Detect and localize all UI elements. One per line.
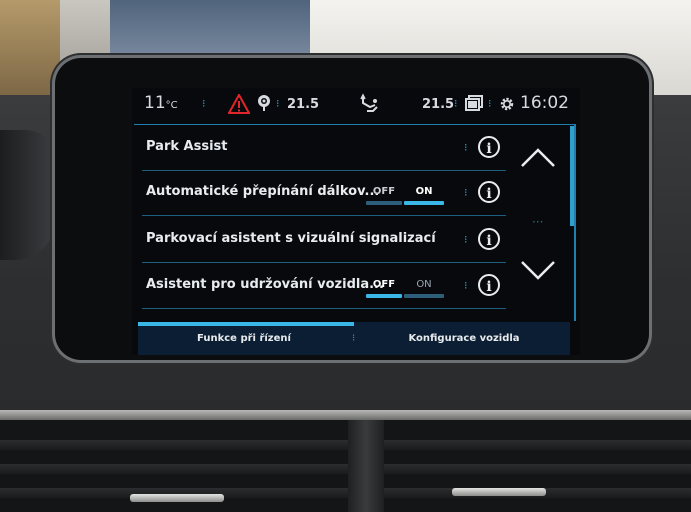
toggle-track [366, 201, 402, 205]
status-separator: ⁝ [454, 97, 458, 110]
info-icon[interactable]: i [478, 136, 500, 158]
clock: 16:02 [520, 93, 569, 113]
toggle-high-beam[interactable]: OFF ON [366, 186, 446, 206]
row-label: Park Assist [146, 139, 228, 154]
scroll-indicator-dots: ··· [532, 215, 544, 229]
warning-icon[interactable] [228, 94, 250, 114]
tab-separator: ⁝ [352, 333, 356, 344]
scroll-up-button[interactable] [516, 136, 560, 180]
info-icon[interactable]: i [478, 181, 500, 203]
status-bar: 11°C ⁝ ⁝ 21.5 21.5 ⁝ ⁝ 16:02 [132, 88, 580, 121]
info-icon[interactable]: i [478, 228, 500, 250]
status-separator: ⁝ [488, 97, 492, 110]
vent-post [348, 420, 384, 512]
list-item-high-beam[interactable]: Automatické přepínání dálkov... OFF ON ⁝… [142, 171, 506, 216]
tab-vehicle-configuration[interactable]: Konfigurace vozidla [364, 333, 564, 344]
toggle-active-bar [366, 294, 402, 298]
building-outside [110, 0, 310, 60]
right-temperature[interactable]: 21.5 [422, 97, 454, 112]
scroll-down-button[interactable] [516, 248, 560, 292]
infotainment-screen: 11°C ⁝ ⁝ 21.5 21.5 ⁝ ⁝ 16:02 Park Assist… [132, 88, 580, 355]
toggle-active-bar [404, 201, 444, 205]
fan-airflow-icon[interactable] [357, 93, 383, 115]
mirror-icon[interactable] [465, 95, 483, 112]
list-item-lane-keeping[interactable]: Asistent pro udržování vozidla... OFF ON… [142, 264, 506, 309]
toggle-track [404, 294, 444, 298]
row-separator: ⁝ [464, 279, 468, 292]
toggle-lane-keeping[interactable]: OFF ON [366, 279, 446, 299]
row-separator: ⁝ [464, 141, 468, 154]
vent-slat [0, 464, 691, 474]
status-separator: ⁝ [202, 97, 206, 110]
list-item-parking-assist-visual[interactable]: Parkovací asistent s vizuální signalizac… [142, 218, 506, 263]
scrollbar[interactable] [570, 126, 574, 226]
row-separator: ⁝ [464, 233, 468, 246]
row-label: Automatické přepínání dálkov... [146, 184, 380, 199]
active-tab-indicator [138, 322, 354, 326]
bottom-tab-bar: Funkce při řízení ⁝ Konfigurace vozidla [138, 322, 570, 355]
toggle-on-label[interactable]: ON [406, 186, 442, 197]
vent-clip [130, 494, 224, 502]
vent-slat [0, 488, 691, 498]
toggle-on-label[interactable]: ON [406, 279, 442, 290]
status-separator: ⁝ [276, 97, 280, 110]
vent-trim [0, 410, 691, 420]
info-icon[interactable]: i [478, 274, 500, 296]
vent-clip [452, 488, 546, 496]
toggle-off-label[interactable]: OFF [366, 186, 402, 197]
row-label: Asistent pro udržování vozidla... [146, 277, 384, 292]
gear-icon[interactable] [499, 96, 515, 112]
side-mirror [0, 130, 55, 260]
vent-slat [0, 440, 691, 450]
row-label: Parkovací asistent s vizuální signalizac… [146, 231, 436, 246]
outside-temperature: 11°C [144, 93, 178, 113]
toggle-off-label[interactable]: OFF [366, 279, 402, 290]
left-temperature[interactable]: 21.5 [287, 97, 319, 112]
list-item-park-assist[interactable]: Park Assist ⁝ i [142, 126, 506, 171]
tab-driving-functions[interactable]: Funkce při řízení [144, 333, 344, 344]
row-separator: ⁝ [464, 186, 468, 199]
gps-icon [258, 95, 270, 111]
